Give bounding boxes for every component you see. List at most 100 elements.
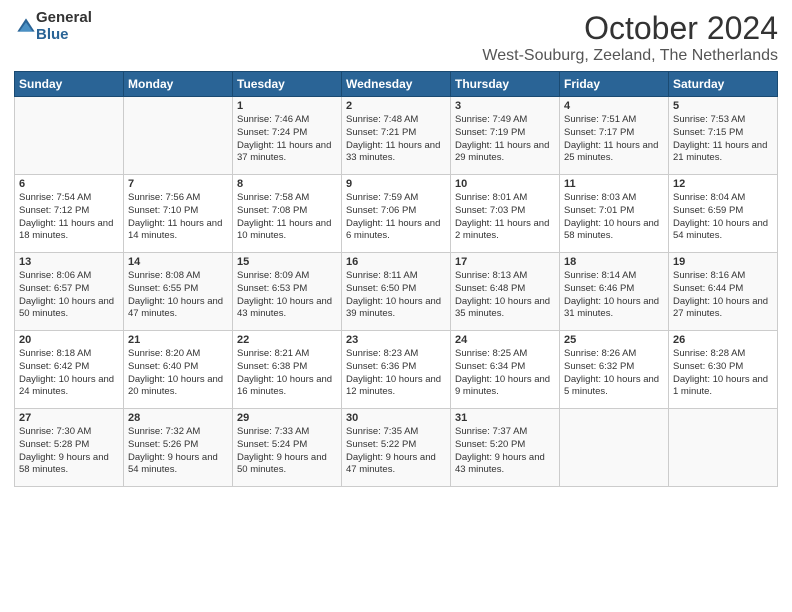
daylight-text: Daylight: 10 hours and 16 minutes. [237, 374, 332, 398]
sunset-text: Sunset: 7:08 PM [237, 205, 307, 216]
sunrise-text: Sunrise: 7:54 AM [19, 192, 91, 203]
day-info: Sunrise: 7:59 AM Sunset: 7:06 PM Daylight:… [346, 192, 446, 243]
sunset-text: Sunset: 5:26 PM [128, 439, 198, 450]
col-saturday: Saturday [669, 72, 778, 97]
day-number: 4 [564, 100, 664, 112]
calendar-cell: 3Sunrise: 7:49 AMSunset: 7:19 PMDaylight… [451, 97, 560, 175]
daylight-text: Daylight: 10 hours and 35 minutes. [455, 296, 550, 320]
day-info: Sunrise: 8:11 AMSunset: 6:50 PMDaylight:… [346, 270, 446, 321]
daylight-text: Daylight: 10 hours and 27 minutes. [673, 296, 768, 320]
calendar-week-row: 1Sunrise: 7:46 AMSunset: 7:24 PMDaylight… [15, 97, 778, 175]
col-wednesday: Wednesday [342, 72, 451, 97]
sunrise-text: Sunrise: 8:06 AM [19, 270, 91, 281]
calendar-cell: 16 Sunrise: 8:11 AMSunset: 6:50 PMDayligh… [342, 253, 451, 331]
calendar-cell: 21Sunrise: 8:20 AMSunset: 6:40 PMDayligh… [124, 331, 233, 409]
calendar-cell: 25Sunrise: 8:26 AMSunset: 6:32 PMDayligh… [560, 331, 669, 409]
calendar-cell: 23Sunrise: 8:23 AMSunset: 6:36 PMDayligh… [342, 331, 451, 409]
sunrise-text: Sunrise: 8:26 AM [564, 348, 636, 359]
day-info: Sunrise: 8:18 AMSunset: 6:42 PMDaylight:… [19, 348, 119, 399]
sunrise-text: Sunrise: 8:04 AM [673, 192, 745, 203]
sunset-text: Sunset: 7:19 PM [455, 127, 525, 138]
day-info: Sunrise: 7:48 AMSunset: 7:21 PMDaylight:… [346, 114, 446, 165]
daylight-text: Daylight: 11 hours and 18 minutes. [19, 218, 113, 242]
day-info: Sunrise: 8:03 AMSunset: 7:01 PMDaylight:… [564, 192, 664, 243]
sunset-text: Sunset: 6:34 PM [455, 361, 525, 372]
calendar-cell: 30Sunrise: 7:35 AMSunset: 5:22 PMDayligh… [342, 409, 451, 487]
logo-icon [16, 17, 36, 37]
page-container: General Blue October 2024 West-Souburg, … [0, 0, 792, 497]
daylight-text: Daylight: 10 hours and 24 minutes. [19, 374, 114, 398]
sunset-text: Sunset: 6:40 PM [128, 361, 198, 372]
sunset-text: Sunset: 6:50 PM [346, 283, 416, 294]
day-number: 28 [128, 412, 228, 424]
day-number: 13 [19, 256, 119, 268]
calendar-cell: 29 Sunrise: 7:33 AMSunset: 5:24 PMDayligh… [233, 409, 342, 487]
daylight-text: Daylight: 10 hours and 9 minutes. [455, 374, 550, 398]
sunrise-text: Sunrise: 7:37 AM [455, 426, 527, 437]
sunset-text: Sunset: 7:17 PM [564, 127, 634, 138]
day-info: Sunrise: 8:25 AM Sunset: 6:34 PM Daylight:… [455, 348, 555, 399]
sunset-text: Sunset: 7:06 PM [346, 205, 416, 216]
sunset-text: Sunset: 6:44 PM [673, 283, 743, 294]
col-thursday: Thursday [451, 72, 560, 97]
day-info: Sunrise: 7:49 AMSunset: 7:19 PMDaylight:… [455, 114, 555, 165]
day-info: Sunrise: 8:26 AMSunset: 6:32 PMDaylight:… [564, 348, 664, 399]
calendar-cell [15, 97, 124, 175]
daylight-text: Daylight: 11 hours and 6 minutes. [346, 218, 440, 242]
calendar-week-row: 6Sunrise: 7:54 AMSunset: 7:12 PMDaylight… [15, 175, 778, 253]
day-info: Sunrise: 7:58 AMSunset: 7:08 PMDaylight:… [237, 192, 337, 243]
sunset-text: Sunset: 6:59 PM [673, 205, 743, 216]
calendar-cell: 19Sunrise: 8:16 AMSunset: 6:44 PMDayligh… [669, 253, 778, 331]
sunset-text: Sunset: 6:30 PM [673, 361, 743, 372]
sunrise-text: Sunrise: 8:01 AM [455, 192, 527, 203]
sunset-text: Sunset: 7:01 PM [564, 205, 634, 216]
sunrise-text: Sunrise: 7:46 AM [237, 114, 309, 125]
day-number: 18 [564, 256, 664, 268]
sunrise-text: Sunrise: 8:21 AM [237, 348, 309, 359]
logo: General Blue [14, 10, 92, 43]
sunset-text: Sunset: 7:03 PM [455, 205, 525, 216]
sunrise-text: Sunrise: 8:03 AM [564, 192, 636, 203]
calendar-cell: 2Sunrise: 7:48 AMSunset: 7:21 PMDaylight… [342, 97, 451, 175]
calendar-cell: 28Sunrise: 7:32 AMSunset: 5:26 PMDayligh… [124, 409, 233, 487]
day-number: 16 [346, 256, 446, 268]
day-number: 11 [564, 178, 664, 190]
day-number: 10 [455, 178, 555, 190]
calendar-cell: 13Sunrise: 8:06 AMSunset: 6:57 PMDayligh… [15, 253, 124, 331]
sunrise-text: Sunrise: 8:23 AM [346, 348, 418, 359]
daylight-text: Daylight: 10 hours and 20 minutes. [128, 374, 223, 398]
day-info: Sunrise: 8:28 AMSunset: 6:30 PMDaylight:… [673, 348, 773, 399]
sunset-text: Sunset: 6:38 PM [237, 361, 307, 372]
day-info: Sunrise: 7:56 AMSunset: 7:10 PMDaylight:… [128, 192, 228, 243]
day-number: 17 [455, 256, 555, 268]
day-number: 20 [19, 334, 119, 346]
sunrise-text: Sunrise: 7:59 AM [346, 192, 418, 203]
sunset-text: Sunset: 6:42 PM [19, 361, 89, 372]
daylight-text: Daylight: 10 hours and 43 minutes. [237, 296, 332, 320]
sunset-text: Sunset: 7:24 PM [237, 127, 307, 138]
logo-general-text: General [36, 10, 92, 27]
daylight-text: Daylight: 10 hours and 1 minute. [673, 374, 768, 398]
daylight-text: Daylight: 9 hours and 43 minutes. [455, 452, 545, 476]
sunrise-text: Sunrise: 7:53 AM [673, 114, 745, 125]
sunrise-text: Sunrise: 7:30 AM [19, 426, 91, 437]
sunset-text: Sunset: 7:21 PM [346, 127, 416, 138]
sunrise-text: Sunrise: 7:32 AM [128, 426, 200, 437]
sunrise-text: Sunrise: 8:25 AM [455, 348, 527, 359]
calendar-table: Sunday Monday Tuesday Wednesday Thursday… [14, 71, 778, 487]
calendar-cell: 15Sunrise: 8:09 AMSunset: 6:53 PMDayligh… [233, 253, 342, 331]
calendar-cell [124, 97, 233, 175]
day-number: 25 [564, 334, 664, 346]
day-info: Sunrise: 8:09 AMSunset: 6:53 PMDaylight:… [237, 270, 337, 321]
sunset-text: Sunset: 6:32 PM [564, 361, 634, 372]
sunset-text: Sunset: 5:20 PM [455, 439, 525, 450]
sunset-text: Sunset: 6:48 PM [455, 283, 525, 294]
calendar-cell: 31Sunrise: 7:37 AMSunset: 5:20 PMDayligh… [451, 409, 560, 487]
day-info: Sunrise: 7:33 AMSunset: 5:24 PMDaylight:… [237, 426, 337, 477]
calendar-week-row: 27Sunrise: 7:30 AMSunset: 5:28 PMDayligh… [15, 409, 778, 487]
calendar-cell: 10Sunrise: 8:01 AMSunset: 7:03 PMDayligh… [451, 175, 560, 253]
day-info: Sunrise: 7:32 AMSunset: 5:26 PMDaylight:… [128, 426, 228, 477]
day-info: Sunrise: 7:53 AMSunset: 7:15 PMDaylight:… [673, 114, 773, 165]
day-number: 29 [237, 412, 337, 424]
day-number: 8 [237, 178, 337, 190]
